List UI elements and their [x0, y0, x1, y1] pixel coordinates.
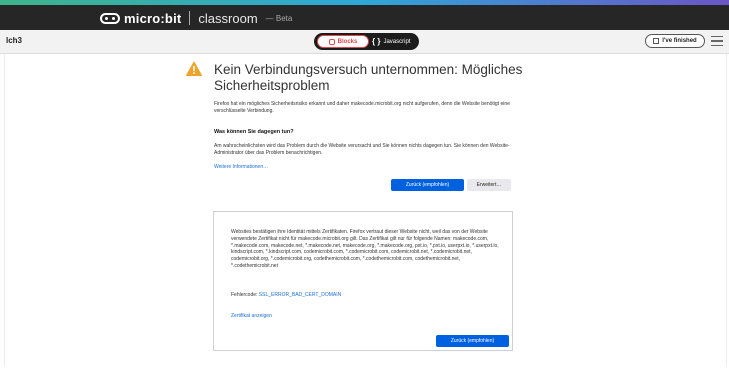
what-can-you-do-heading: Was können Sie dagegen tun?: [214, 129, 294, 135]
editor-mode-switch: Blocks { } Javascript: [314, 33, 419, 50]
editor-toolbar: lch3 Blocks { } Javascript I've finished: [0, 30, 729, 54]
brand-product: classroom: [198, 10, 258, 26]
javascript-mode-button[interactable]: { } Javascript: [372, 36, 410, 47]
brand-name: micro:bit: [124, 10, 182, 26]
more-info-link[interactable]: Weitere Informationen…: [214, 164, 268, 170]
blocks-mode-label: Blocks: [337, 38, 358, 45]
beta-badge: — Beta: [265, 13, 293, 23]
error-code-line: Fehlercode: SSL_ERROR_BAD_CERT_DOMAIN: [231, 292, 341, 298]
hamburger-menu-icon[interactable]: [711, 36, 723, 46]
view-certificate-link[interactable]: Zertifikat anzeigen: [231, 313, 272, 319]
error-title: Kein Verbindungsversuch unternommen: Mög…: [214, 62, 523, 93]
go-back-button[interactable]: Zurück (empfohlen): [391, 179, 464, 191]
finished-button[interactable]: I've finished: [645, 34, 705, 48]
error-code-link[interactable]: SSL_ERROR_BAD_CERT_DOMAIN: [259, 292, 341, 298]
braces-icon: { }: [372, 37, 381, 46]
advanced-button[interactable]: Erweitert…: [467, 179, 511, 191]
top-bar: micro:bit classroom — Beta: [0, 5, 729, 30]
javascript-mode-label: Javascript: [383, 38, 411, 45]
certificate-details: Websites bestätigen ihre Identität mitte…: [231, 229, 499, 269]
finished-label: I've finished: [662, 38, 697, 44]
what-can-you-do-text: Am wahrscheinlichsten wird das Problem d…: [214, 143, 510, 156]
checkbox-icon: [653, 38, 660, 44]
brand[interactable]: micro:bit classroom — Beta: [100, 10, 292, 26]
brand-divider: [189, 11, 191, 25]
error-intro: Firefox hat ein mögliches Sicherheitsris…: [214, 101, 510, 114]
microbit-logo-icon: [100, 12, 120, 24]
puzzle-icon: [328, 38, 335, 45]
error-code-label: Fehlercode:: [231, 292, 258, 298]
go-back-button-advanced[interactable]: Zurück (empfohlen): [436, 335, 509, 347]
warning-triangle-icon: [186, 61, 202, 76]
project-name[interactable]: lch3: [6, 36, 22, 45]
blocks-mode-button[interactable]: Blocks: [317, 35, 369, 48]
